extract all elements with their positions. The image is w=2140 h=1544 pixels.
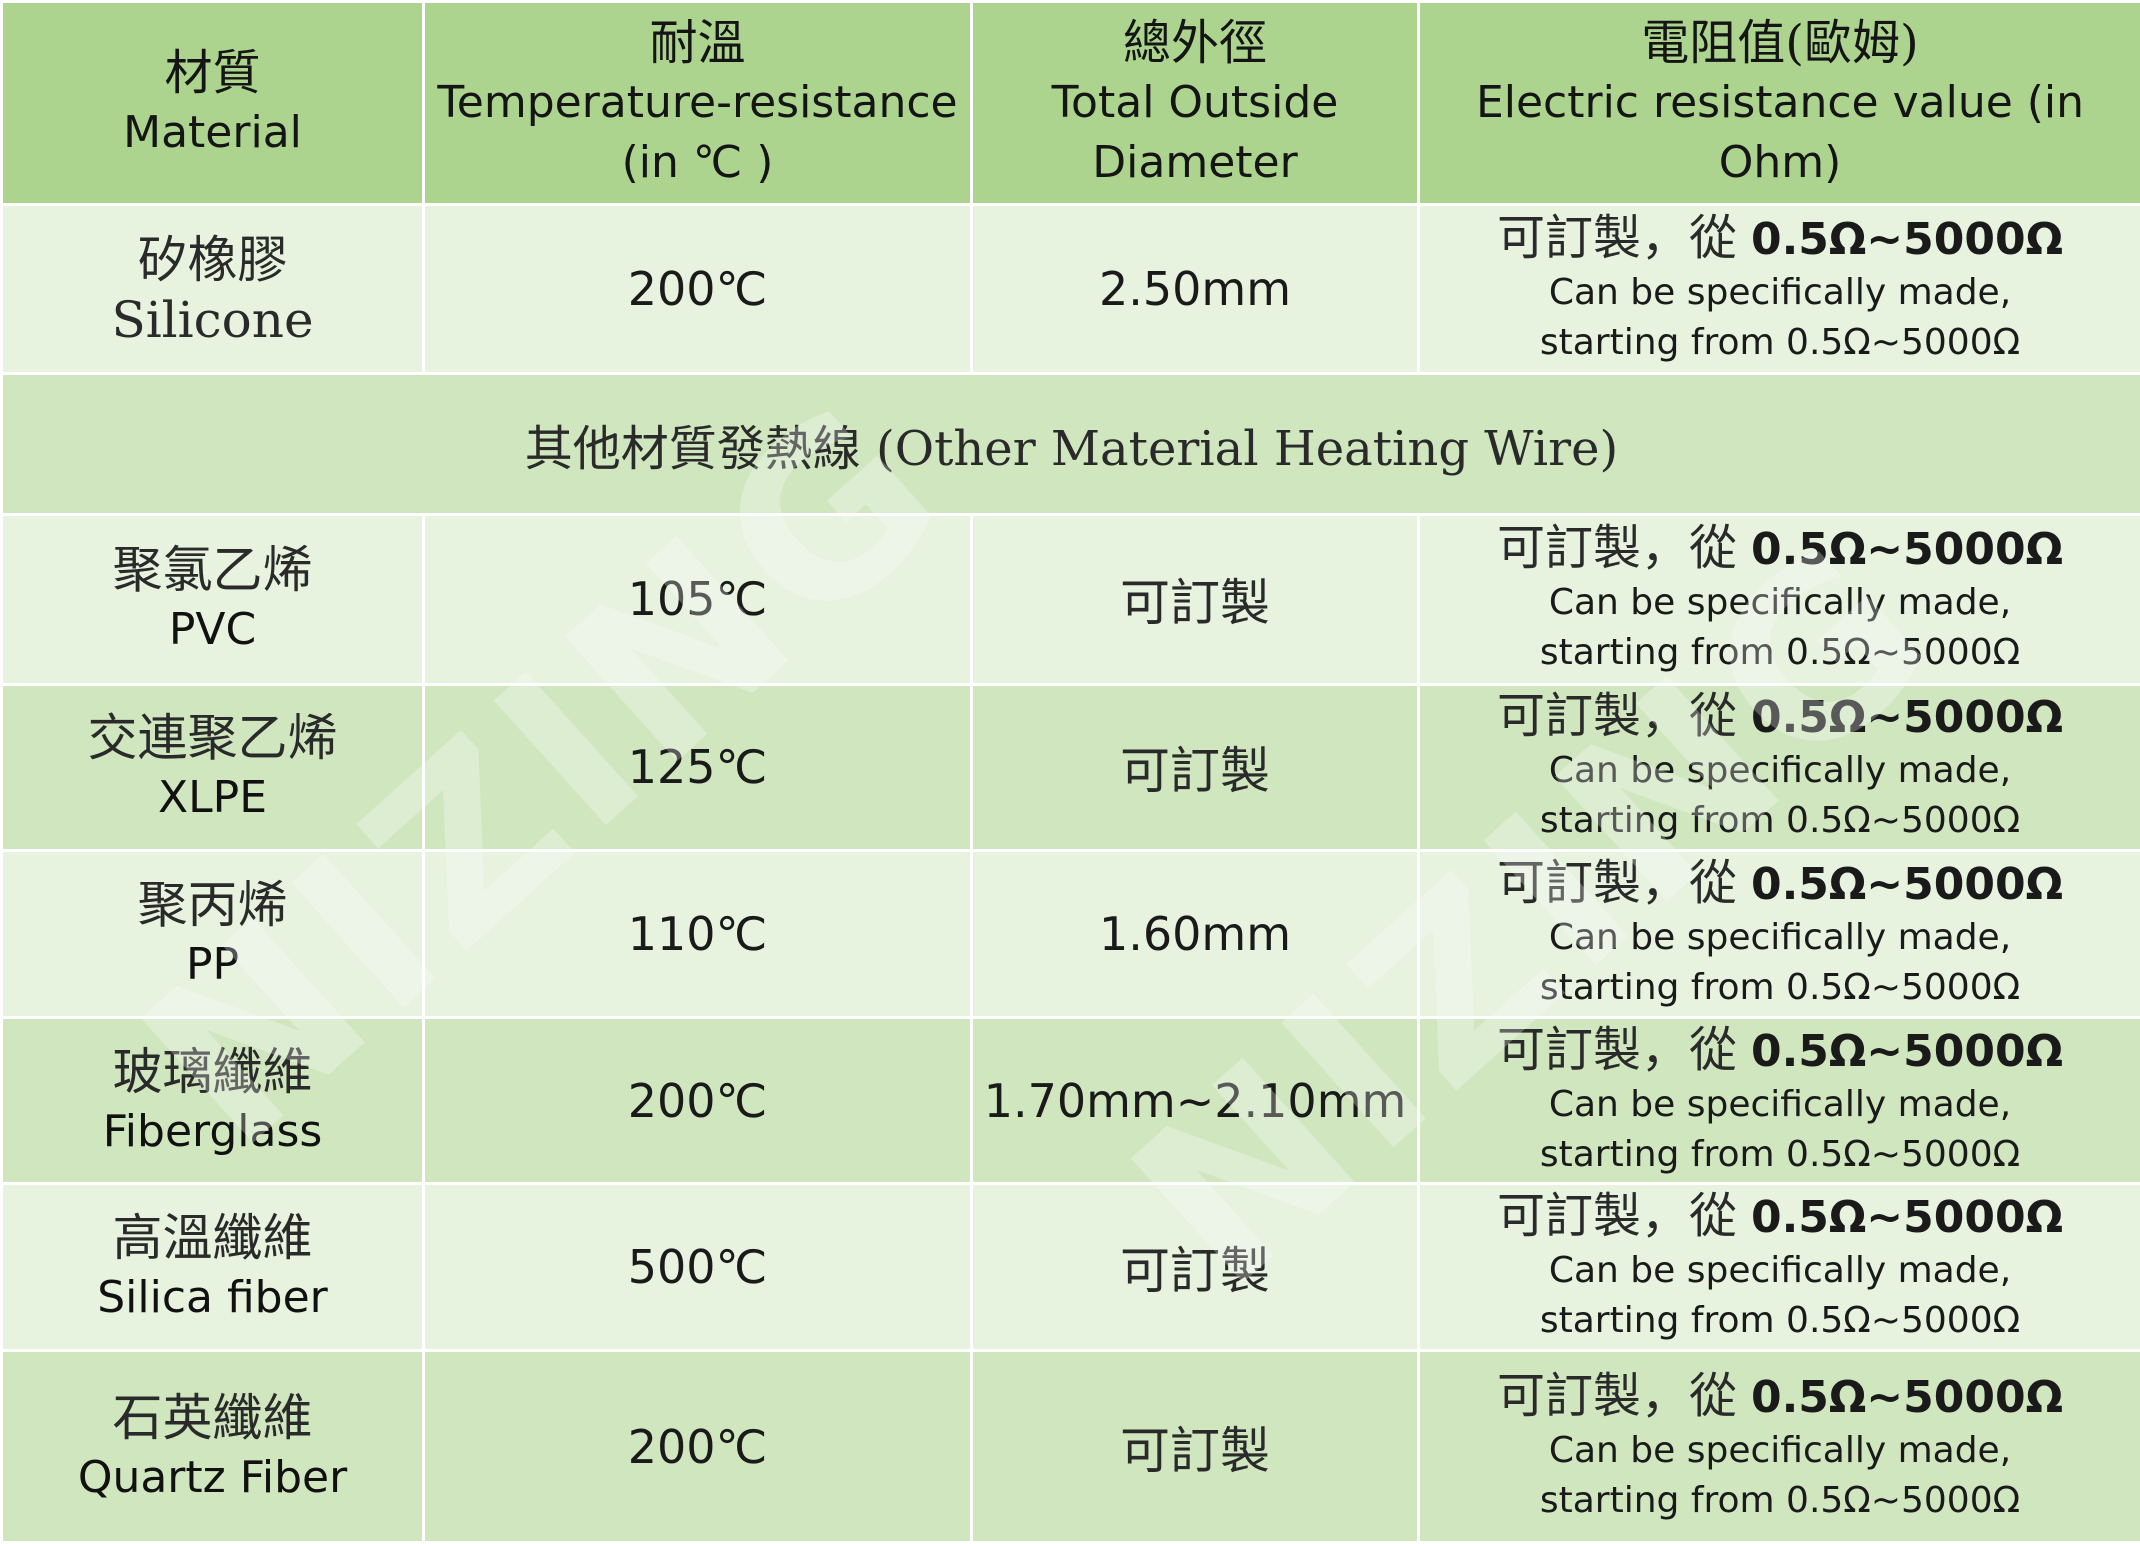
temperature-cell: 105℃ bbox=[422, 512, 973, 686]
resistance-cn: 可訂製，從 bbox=[1496, 1188, 1737, 1245]
material-cn: 聚丙烯 bbox=[137, 876, 288, 935]
material-en: XLPE bbox=[158, 772, 267, 824]
resistance-cell: 可訂製，從 0.5Ω~5000Ω Can be specifically mad… bbox=[1417, 1015, 2140, 1186]
header-material: 材質 Material bbox=[0, 0, 425, 206]
header-material-en: Material bbox=[123, 106, 302, 158]
resistance-line2: Can be specifically made, bbox=[1548, 917, 2012, 959]
resistance-range: 0.5Ω~5000Ω bbox=[1750, 1371, 2064, 1423]
resistance-line3: starting from 0.5Ω~5000Ω bbox=[1539, 632, 2021, 674]
header-temperature: 耐溫 Temperature-resistance (in ℃ ) bbox=[422, 0, 973, 206]
resistance-cn: 可訂製，從 bbox=[1496, 1021, 1737, 1078]
resistance-line2: Can be specifically made, bbox=[1548, 1250, 2012, 1292]
resistance-cn: 可訂製，從 bbox=[1496, 520, 1737, 577]
resistance-cn: 可訂製，從 bbox=[1496, 1367, 1737, 1424]
resistance-line3: starting from 0.5Ω~5000Ω bbox=[1539, 967, 2021, 1009]
resistance-range: 0.5Ω~5000Ω bbox=[1750, 692, 2064, 744]
resistance-line2: Can be specifically made, bbox=[1548, 1083, 2012, 1125]
resistance-cell: 可訂製，從 0.5Ω~5000Ω Can be specifically mad… bbox=[1417, 1349, 2140, 1544]
header-resistance-en: Electric resistance value (in Ohm) bbox=[1475, 76, 2085, 188]
resistance-cn: 可訂製，從 bbox=[1496, 688, 1737, 745]
resistance-cell: 可訂製，從 0.5Ω~5000Ω Can be specifically mad… bbox=[1417, 202, 2140, 375]
table-row: 矽橡膠 Silicone 200℃ 2.50mm 可訂製，從 0.5Ω~5000… bbox=[0, 202, 2140, 375]
material-en: PVC bbox=[168, 604, 257, 656]
resistance-cn: 可訂製，從 bbox=[1496, 209, 1737, 266]
resistance-line2: Can be specifically made, bbox=[1548, 582, 2012, 624]
material-cn: 矽橡膠 bbox=[137, 230, 288, 289]
material-cell: 石英纖維 Quartz Fiber bbox=[0, 1349, 425, 1544]
table-row: 玻璃纖維 Fiberglass 200℃ 1.70mm~2.10mm 可訂製，從… bbox=[0, 1015, 2140, 1186]
resistance-cell: 可訂製，從 0.5Ω~5000Ω Can be specifically mad… bbox=[1417, 512, 2140, 686]
header-diameter: 總外徑 Total Outside Diameter bbox=[970, 0, 1420, 206]
resistance-range: 0.5Ω~5000Ω bbox=[1750, 1025, 2064, 1077]
header-temperature-en: Temperature-resistance bbox=[437, 76, 958, 128]
resistance-range: 0.5Ω~5000Ω bbox=[1750, 524, 2064, 576]
header-resistance: 電阻值(歐姆) Electric resistance value (in Oh… bbox=[1417, 0, 2140, 206]
material-cn: 玻璃纖維 bbox=[112, 1042, 313, 1101]
material-en: Silicone bbox=[111, 290, 314, 349]
material-en: Fiberglass bbox=[102, 1105, 323, 1157]
table-row: 交連聚乙烯 XLPE 125℃ 可訂製 可訂製，從 0.5Ω~5000Ω Can… bbox=[0, 682, 2140, 853]
temperature-cell: 110℃ bbox=[422, 849, 973, 1019]
material-en: PP bbox=[185, 939, 240, 991]
resistance-line3: starting from 0.5Ω~5000Ω bbox=[1539, 321, 2021, 363]
material-cell: 高溫纖維 Silica fiber bbox=[0, 1182, 425, 1353]
resistance-range: 0.5Ω~5000Ω bbox=[1750, 1192, 2064, 1244]
resistance-cell: 可訂製，從 0.5Ω~5000Ω Can be specifically mad… bbox=[1417, 682, 2140, 853]
resistance-line2: Can be specifically made, bbox=[1548, 1429, 2012, 1471]
diameter-cell: 可訂製 bbox=[970, 1349, 1420, 1544]
resistance-range: 0.5Ω~5000Ω bbox=[1750, 213, 2064, 265]
table-row: 石英纖維 Quartz Fiber 200℃ 可訂製 可訂製，從 0.5Ω~50… bbox=[0, 1349, 2140, 1544]
temperature-cell: 125℃ bbox=[422, 682, 973, 853]
material-cell: 聚氯乙烯 PVC bbox=[0, 512, 425, 686]
temperature-cell: 200℃ bbox=[422, 1015, 973, 1186]
section-title: 其他材質發熱線 (Other Material Heating Wire) bbox=[0, 371, 2140, 516]
material-cn: 聚氯乙烯 bbox=[112, 541, 313, 600]
material-cell: 玻璃纖維 Fiberglass bbox=[0, 1015, 425, 1186]
heating-wire-spec-table: 材質 Material 耐溫 Temperature-resistance (i… bbox=[0, 0, 2140, 1544]
resistance-range: 0.5Ω~5000Ω bbox=[1750, 859, 2064, 911]
resistance-cell: 可訂製，從 0.5Ω~5000Ω Can be specifically mad… bbox=[1417, 849, 2140, 1019]
material-en: Silica fiber bbox=[97, 1272, 328, 1324]
resistance-cn: 可訂製，從 bbox=[1496, 855, 1737, 912]
table-row: 聚丙烯 PP 110℃ 1.60mm 可訂製，從 0.5Ω~5000Ω Can … bbox=[0, 849, 2140, 1019]
diameter-cell: 可訂製 bbox=[970, 1182, 1420, 1353]
material-cell: 矽橡膠 Silicone bbox=[0, 202, 425, 375]
header-diameter-en: Total Outside bbox=[1051, 76, 1339, 128]
table-row: 聚氯乙烯 PVC 105℃ 可訂製 可訂製，從 0.5Ω~5000Ω Can b… bbox=[0, 512, 2140, 686]
resistance-line2: Can be specifically made, bbox=[1548, 750, 2012, 792]
resistance-line3: starting from 0.5Ω~5000Ω bbox=[1539, 1479, 2021, 1521]
diameter-cell: 2.50mm bbox=[970, 202, 1420, 375]
table-row: 高溫纖維 Silica fiber 500℃ 可訂製 可訂製，從 0.5Ω~50… bbox=[0, 1182, 2140, 1353]
material-cn: 交連聚乙烯 bbox=[87, 709, 338, 768]
diameter-cell: 可訂製 bbox=[970, 512, 1420, 686]
resistance-cell: 可訂製，從 0.5Ω~5000Ω Can be specifically mad… bbox=[1417, 1182, 2140, 1353]
header-diameter-en2: Diameter bbox=[1092, 136, 1298, 188]
resistance-line2: Can be specifically made, bbox=[1548, 271, 2012, 313]
temperature-cell: 500℃ bbox=[422, 1182, 973, 1353]
resistance-line3: starting from 0.5Ω~5000Ω bbox=[1539, 800, 2021, 842]
table-header-row: 材質 Material 耐溫 Temperature-resistance (i… bbox=[0, 0, 2140, 206]
diameter-cell: 可訂製 bbox=[970, 682, 1420, 853]
spec-table-page: 材質 Material 耐溫 Temperature-resistance (i… bbox=[0, 0, 2140, 1544]
diameter-cell: 1.70mm~2.10mm bbox=[970, 1015, 1420, 1186]
material-cell: 聚丙烯 PP bbox=[0, 849, 425, 1019]
resistance-line3: starting from 0.5Ω~5000Ω bbox=[1539, 1300, 2021, 1342]
resistance-line3: starting from 0.5Ω~5000Ω bbox=[1539, 1133, 2021, 1175]
header-temperature-unit: (in ℃ ) bbox=[621, 136, 774, 188]
diameter-cell: 1.60mm bbox=[970, 849, 1420, 1019]
material-en: Quartz Fiber bbox=[77, 1451, 348, 1503]
header-temperature-cn: 耐溫 bbox=[649, 14, 746, 71]
material-cell: 交連聚乙烯 XLPE bbox=[0, 682, 425, 853]
section-row: 其他材質發熱線 (Other Material Heating Wire) bbox=[0, 371, 2140, 516]
header-diameter-cn: 總外徑 bbox=[1122, 14, 1267, 71]
header-material-cn: 材質 bbox=[164, 44, 261, 101]
temperature-cell: 200℃ bbox=[422, 202, 973, 375]
material-cn: 石英纖維 bbox=[112, 1388, 313, 1447]
temperature-cell: 200℃ bbox=[422, 1349, 973, 1544]
material-cn: 高溫纖維 bbox=[112, 1209, 313, 1268]
header-resistance-cn: 電阻值(歐姆) bbox=[1641, 14, 1919, 71]
